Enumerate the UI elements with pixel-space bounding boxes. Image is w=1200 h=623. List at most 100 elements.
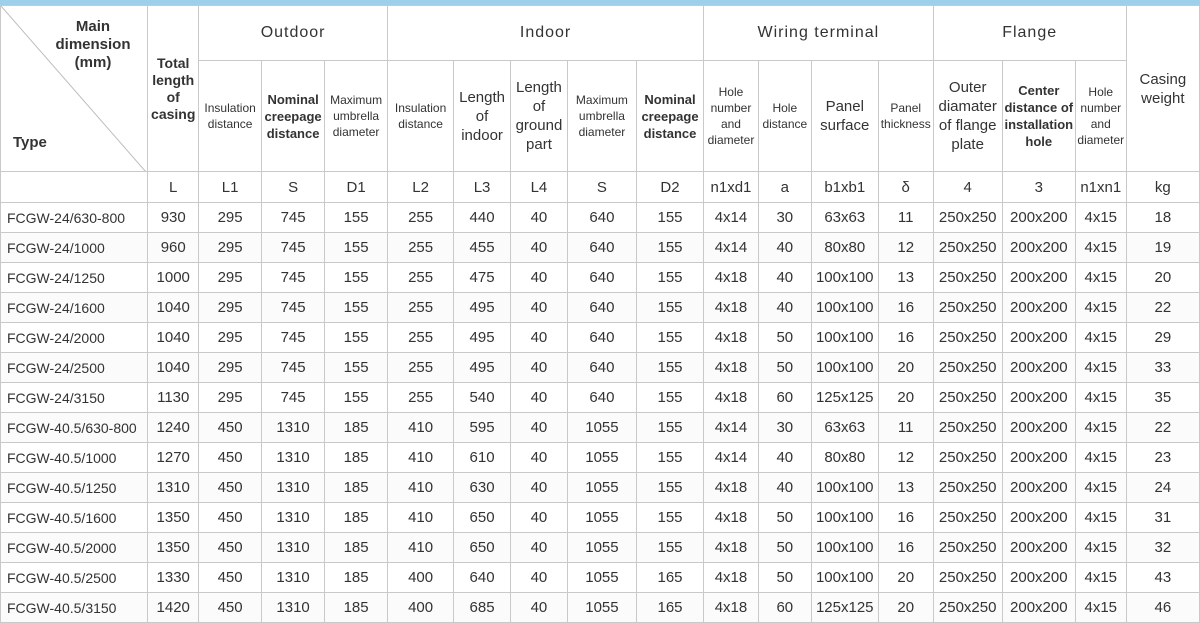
flange-center-distance-header: Center distance of installation hole [1001, 60, 1076, 172]
value-cell: 155 [635, 502, 705, 533]
value-cell: 200x200 [1001, 322, 1076, 353]
value-cell: 40 [510, 382, 568, 413]
value-cell: 450 [198, 472, 263, 503]
value-cell: 155 [324, 262, 389, 293]
value-cell: 650 [453, 502, 511, 533]
value-cell: 185 [324, 472, 389, 503]
value-cell: 100x100 [810, 352, 879, 383]
value-cell: 125x125 [810, 382, 879, 413]
indoor-group-header: Indoor [387, 5, 705, 61]
value-cell: 410 [387, 442, 455, 473]
symbol-code: 3 [1001, 171, 1076, 203]
value-cell: 200x200 [1001, 592, 1076, 623]
table-row: FCGW-40.5/3150 1420 450 1310 185 400 685 40 1055… [0, 592, 1200, 623]
symbol-code-empty [0, 171, 149, 203]
value-cell: 155 [635, 292, 705, 323]
value-cell: 4x18 [703, 292, 759, 323]
table-row: FCGW-40.5/1250 1310 450 1310 185 410 630 40 1055… [0, 472, 1200, 503]
symbol-code: S [566, 171, 637, 203]
value-cell: 35 [1125, 382, 1200, 413]
value-cell: 4x18 [703, 352, 759, 383]
value-cell: 255 [387, 292, 455, 323]
value-cell: 745 [261, 292, 326, 323]
type-cell: FCGW-40.5/1600 [0, 502, 149, 533]
value-cell: 155 [324, 352, 389, 383]
outdoor-insulation-header: Insulation distance [198, 60, 263, 172]
value-cell: 450 [198, 502, 263, 533]
value-cell: 31 [1125, 502, 1200, 533]
value-cell: 200x200 [1001, 532, 1076, 563]
value-cell: 455 [453, 232, 511, 263]
value-cell: 11 [877, 412, 934, 443]
value-cell: 4x15 [1074, 382, 1127, 413]
value-cell: 1350 [147, 502, 200, 533]
value-cell: 450 [198, 592, 263, 623]
value-cell: 40 [510, 562, 568, 593]
symbol-code: L2 [387, 171, 455, 203]
value-cell: 4x15 [1074, 562, 1127, 593]
value-cell: 100x100 [810, 472, 879, 503]
value-cell: 155 [635, 412, 705, 443]
type-cell: FCGW-40.5/1000 [0, 442, 149, 473]
type-cell: FCGW-40.5/630-800 [0, 412, 149, 443]
value-cell: 4x15 [1074, 352, 1127, 383]
value-cell: 4x15 [1074, 202, 1127, 233]
indoor-insulation-header: Insulation distance [387, 60, 455, 172]
value-cell: 745 [261, 262, 326, 293]
value-cell: 4x18 [703, 562, 759, 593]
value-cell: 4x18 [703, 262, 759, 293]
value-cell: 4x18 [703, 472, 759, 503]
value-cell: 1055 [566, 442, 637, 473]
value-cell: 540 [453, 382, 511, 413]
value-cell: 595 [453, 412, 511, 443]
value-cell: 410 [387, 502, 455, 533]
value-cell: 40 [510, 292, 568, 323]
value-cell: 1350 [147, 532, 200, 563]
value-cell: 40 [510, 232, 568, 263]
value-cell: 100x100 [810, 502, 879, 533]
value-cell: 4x14 [703, 202, 759, 233]
value-cell: 610 [453, 442, 511, 473]
value-cell: 1055 [566, 562, 637, 593]
value-cell: 745 [261, 232, 326, 263]
indoor-length-header: Length of indoor [453, 60, 511, 172]
type-cell: FCGW-24/2000 [0, 322, 149, 353]
value-cell: 4x15 [1074, 532, 1127, 563]
value-cell: 250x250 [932, 232, 1003, 263]
symbol-code: a [757, 171, 812, 203]
table-row: FCGW-24/1250 1000 295 745 155 255 475 40 640 155 4… [0, 262, 1200, 293]
value-cell: 40 [757, 472, 812, 503]
value-cell: 1055 [566, 502, 637, 533]
table-row: FCGW-40.5/1000 1270 450 1310 185 410 610 40 1055… [0, 442, 1200, 473]
value-cell: 255 [387, 322, 455, 353]
value-cell: 495 [453, 322, 511, 353]
value-cell: 1310 [261, 472, 326, 503]
value-cell: 1000 [147, 262, 200, 293]
value-cell: 19 [1125, 232, 1200, 263]
value-cell: 640 [566, 202, 637, 233]
value-cell: 155 [324, 382, 389, 413]
value-cell: 40 [510, 592, 568, 623]
value-cell: 20 [877, 382, 934, 413]
flange-hole-number-header: Hole number and diameter [1074, 60, 1127, 172]
value-cell: 1310 [261, 502, 326, 533]
value-cell: 16 [877, 502, 934, 533]
type-cell: FCGW-24/2500 [0, 352, 149, 383]
terminal-hole-number-header: Hole number and diameter [703, 60, 759, 172]
value-cell: 200x200 [1001, 472, 1076, 503]
value-cell: 40 [510, 202, 568, 233]
outdoor-creepage-header: Nominal creepage distance [261, 60, 326, 172]
value-cell: 20 [877, 352, 934, 383]
value-cell: 640 [566, 292, 637, 323]
symbol-code: L1 [198, 171, 263, 203]
value-cell: 185 [324, 412, 389, 443]
value-cell: 250x250 [932, 292, 1003, 323]
table-row: FCGW-40.5/1600 1350 450 1310 185 410 650 40 1055… [0, 502, 1200, 533]
value-cell: 250x250 [932, 532, 1003, 563]
value-cell: 155 [635, 442, 705, 473]
value-cell: 255 [387, 232, 455, 263]
value-cell: 255 [387, 382, 455, 413]
outdoor-group-header: Outdoor [198, 5, 389, 61]
ground-part-length-header: Length of ground part [510, 60, 568, 172]
value-cell: 30 [757, 412, 812, 443]
